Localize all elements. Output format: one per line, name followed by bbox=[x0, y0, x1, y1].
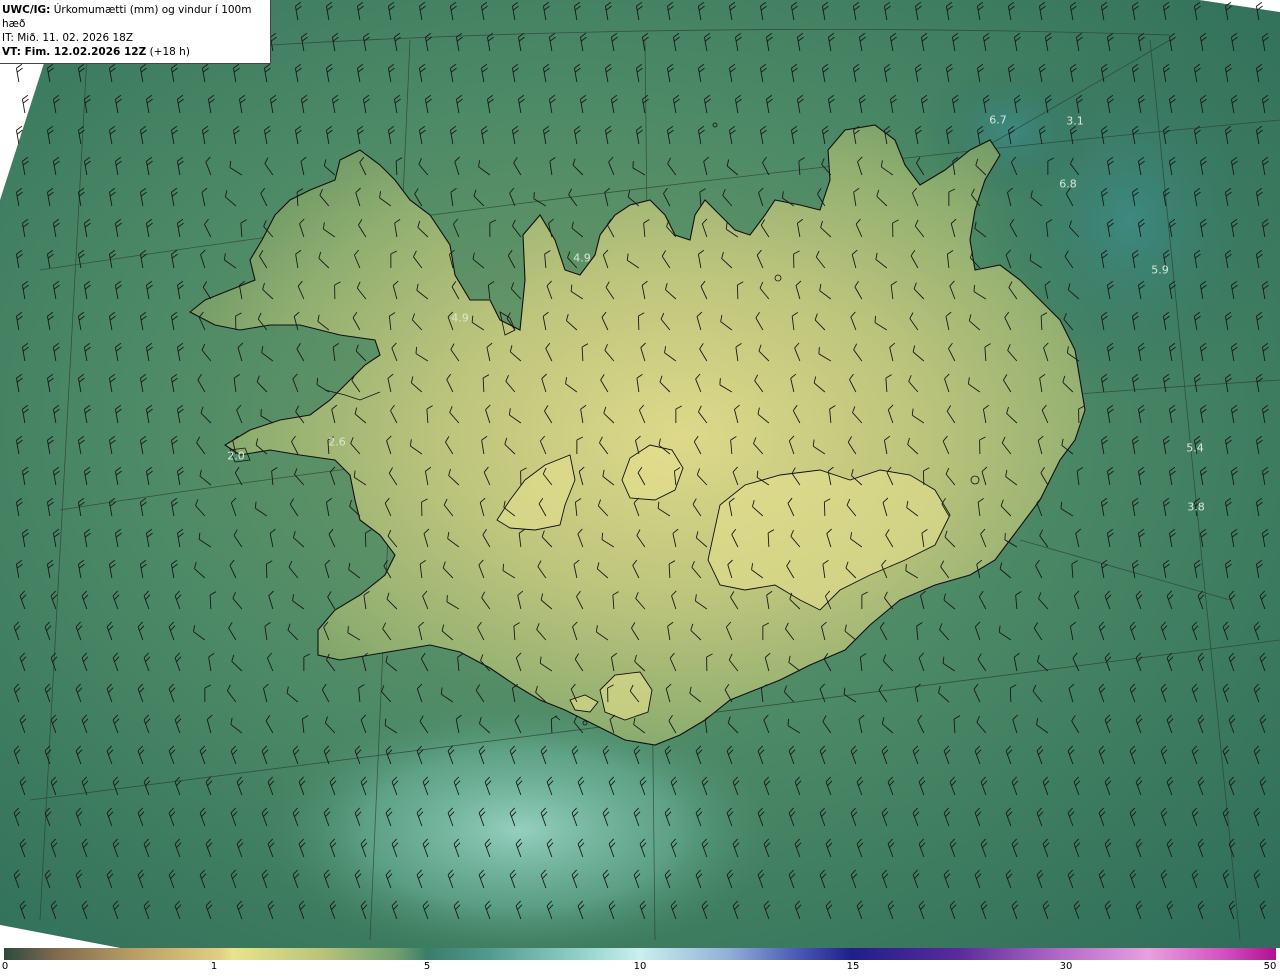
lead-time: (+18 h) bbox=[149, 46, 190, 58]
value-label: 2.6 bbox=[328, 435, 346, 449]
value-label: 4.9 bbox=[451, 311, 469, 325]
colorbar-tick: 1 bbox=[210, 961, 218, 972]
map-canvas bbox=[0, 0, 1280, 960]
value-label: 5.4 bbox=[1186, 441, 1204, 455]
init-time: Mið. 11. 02. 2026 18Z bbox=[17, 32, 134, 44]
colorbar: 0 1 5 10 15 30 50 bbox=[0, 948, 1280, 978]
value-label: 4.9 bbox=[573, 251, 591, 265]
map: 6.7 3.1 6.8 5.9 5.4 3.8 4.9 4.9 2.6 2.0 bbox=[0, 0, 1280, 960]
colorbar-tick: 0 bbox=[1, 961, 9, 972]
title-box: UWC/IG: Úrkomumætti (mm) og vindur í 100… bbox=[0, 0, 271, 64]
title-line: UWC/IG: Úrkomumætti (mm) og vindur í 100… bbox=[2, 3, 264, 31]
value-label: 3.1 bbox=[1066, 114, 1084, 128]
value-label: 6.8 bbox=[1059, 177, 1077, 191]
colorbar-tick: 30 bbox=[1059, 961, 1073, 972]
valid-time: VT: Fim. 12.02.2026 12Z bbox=[2, 46, 147, 58]
colorbar-tick: 15 bbox=[846, 961, 860, 972]
init-line: IT: Mið. 11. 02. 2026 18Z bbox=[2, 31, 264, 45]
colorbar-tick: 10 bbox=[633, 961, 647, 972]
colorbar-tick: 5 bbox=[423, 961, 431, 972]
init-label: IT: bbox=[2, 32, 14, 44]
model-name: UWC/IG: bbox=[2, 4, 51, 16]
value-label: 5.9 bbox=[1151, 263, 1169, 277]
value-label: 6.7 bbox=[989, 113, 1007, 127]
colorbar-strip bbox=[4, 948, 1276, 960]
valid-line: VT: Fim. 12.02.2026 12Z (+18 h) bbox=[2, 45, 264, 59]
value-label: 2.0 bbox=[227, 449, 245, 463]
colorbar-tick: 50 bbox=[1263, 961, 1277, 972]
value-label: 3.8 bbox=[1187, 500, 1205, 514]
